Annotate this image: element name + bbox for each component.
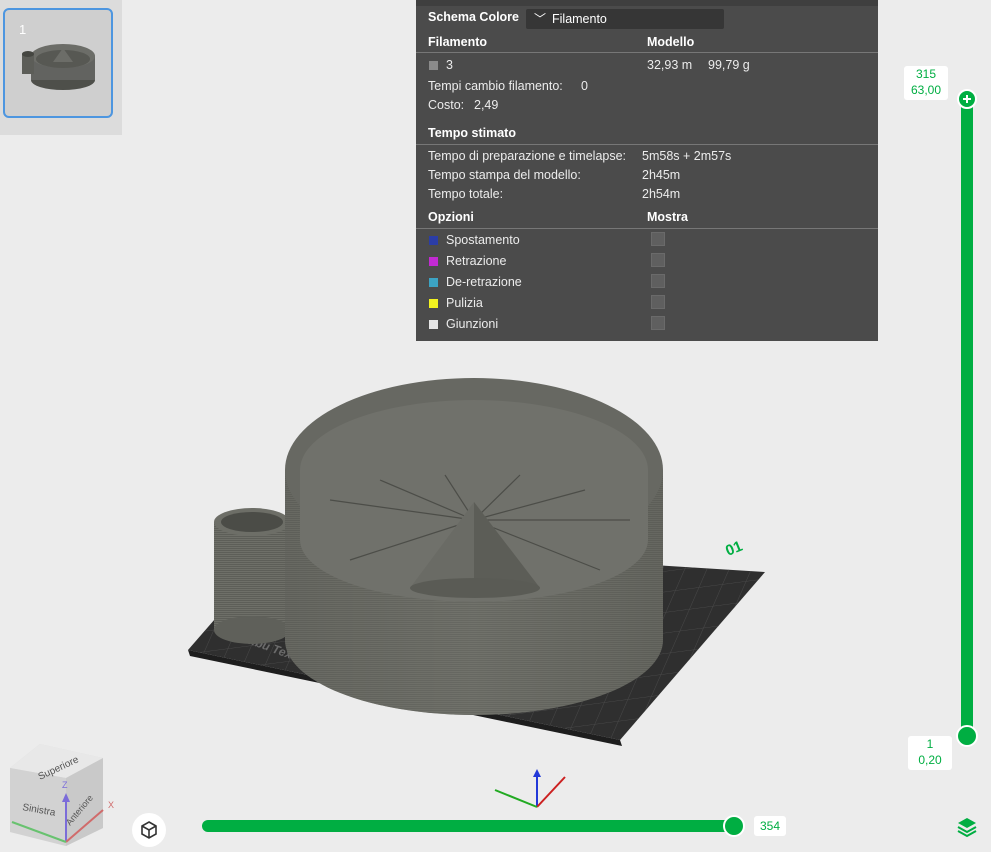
options-header: Opzioni <box>428 210 474 224</box>
filament-changes-label: Tempi cambio filamento: <box>428 79 563 93</box>
bottom-layer-number: 1 <box>926 737 934 751</box>
top-layer-height: 63,00 <box>910 83 942 97</box>
option-label: Giunzioni <box>446 317 499 331</box>
filament-weight: 99,79 g <box>708 58 750 72</box>
option-swatch <box>429 257 438 266</box>
filament-header: Filamento <box>428 35 488 49</box>
cost-value: 2,49 <box>474 98 499 112</box>
bottom-layer-height: 0,20 <box>918 753 942 767</box>
reset-view-button[interactable] <box>131 812 167 848</box>
filament-changes-value: 0 <box>581 79 588 93</box>
plate-thumbnail[interactable]: 1 <box>3 8 113 118</box>
layer-slider-top-handle[interactable] <box>957 89 977 109</box>
model-header: Modello <box>647 35 695 49</box>
axis-x-label: X <box>108 800 114 810</box>
option-label: Retrazione <box>446 254 507 268</box>
option-show-checkbox[interactable] <box>651 253 665 267</box>
plate-number-label: 01 <box>723 538 745 560</box>
cost-label: Costo: <box>428 98 465 112</box>
option-label: Spostamento <box>446 233 520 247</box>
move-slider-handle[interactable] <box>723 815 745 837</box>
time-value: 2h45m <box>642 168 681 182</box>
chevron-down-icon: ﹀ <box>534 12 547 26</box>
option-swatch <box>429 278 438 287</box>
option-show-checkbox[interactable] <box>651 316 665 330</box>
layer-slider-track[interactable] <box>961 99 973 737</box>
filament-id: 3 <box>446 58 453 72</box>
view-cube[interactable]: Superiore Sinistra Anteriore Z X <box>0 738 125 852</box>
color-scheme-dropdown[interactable]: ﹀ Filamento <box>526 9 724 29</box>
option-show-checkbox[interactable] <box>651 274 665 288</box>
show-header: Mostra <box>647 210 688 224</box>
origin-axes <box>494 769 566 808</box>
layer-top-tag: 315 63,00 <box>904 66 948 100</box>
layer-slider-bottom-handle[interactable] <box>956 725 978 747</box>
filament-length: 32,93 m <box>647 58 693 72</box>
bowl-model <box>285 378 663 715</box>
time-value: 2h54m <box>642 187 681 201</box>
top-layer-number: 315 <box>915 67 937 81</box>
time-value: 5m58s + 2m57s <box>642 149 732 163</box>
filament-swatch <box>429 61 438 70</box>
time-label: Tempo totale: <box>428 187 504 201</box>
option-label: De-retrazione <box>446 275 522 289</box>
color-scheme-label: Schema Colore <box>428 10 520 24</box>
tube-model <box>214 508 290 644</box>
option-label: Pulizia <box>446 296 483 310</box>
plate-thumbnail-image <box>22 44 95 90</box>
option-swatch <box>429 299 438 308</box>
axis-z-label: Z <box>62 780 68 790</box>
option-swatch <box>429 236 438 245</box>
move-slider-track[interactable] <box>202 820 742 832</box>
option-show-checkbox[interactable] <box>651 232 665 246</box>
color-scheme-value: Filamento <box>552 12 607 26</box>
layer-bottom-tag: 1 0,20 <box>908 736 952 770</box>
move-slider-value: 354 <box>754 816 786 836</box>
time-label: Tempo stampa del modello: <box>428 168 581 182</box>
layers-icon[interactable] <box>956 816 978 838</box>
option-swatch <box>429 320 438 329</box>
slice-stats-panel: Schema Colore ﹀ Filamento Filamento Mode… <box>416 0 878 341</box>
time-label: Tempo di preparazione e timelapse: <box>428 149 627 163</box>
option-show-checkbox[interactable] <box>651 295 665 309</box>
plate-list-panel: 1 <box>0 0 122 135</box>
time-header: Tempo stimato <box>428 126 516 140</box>
